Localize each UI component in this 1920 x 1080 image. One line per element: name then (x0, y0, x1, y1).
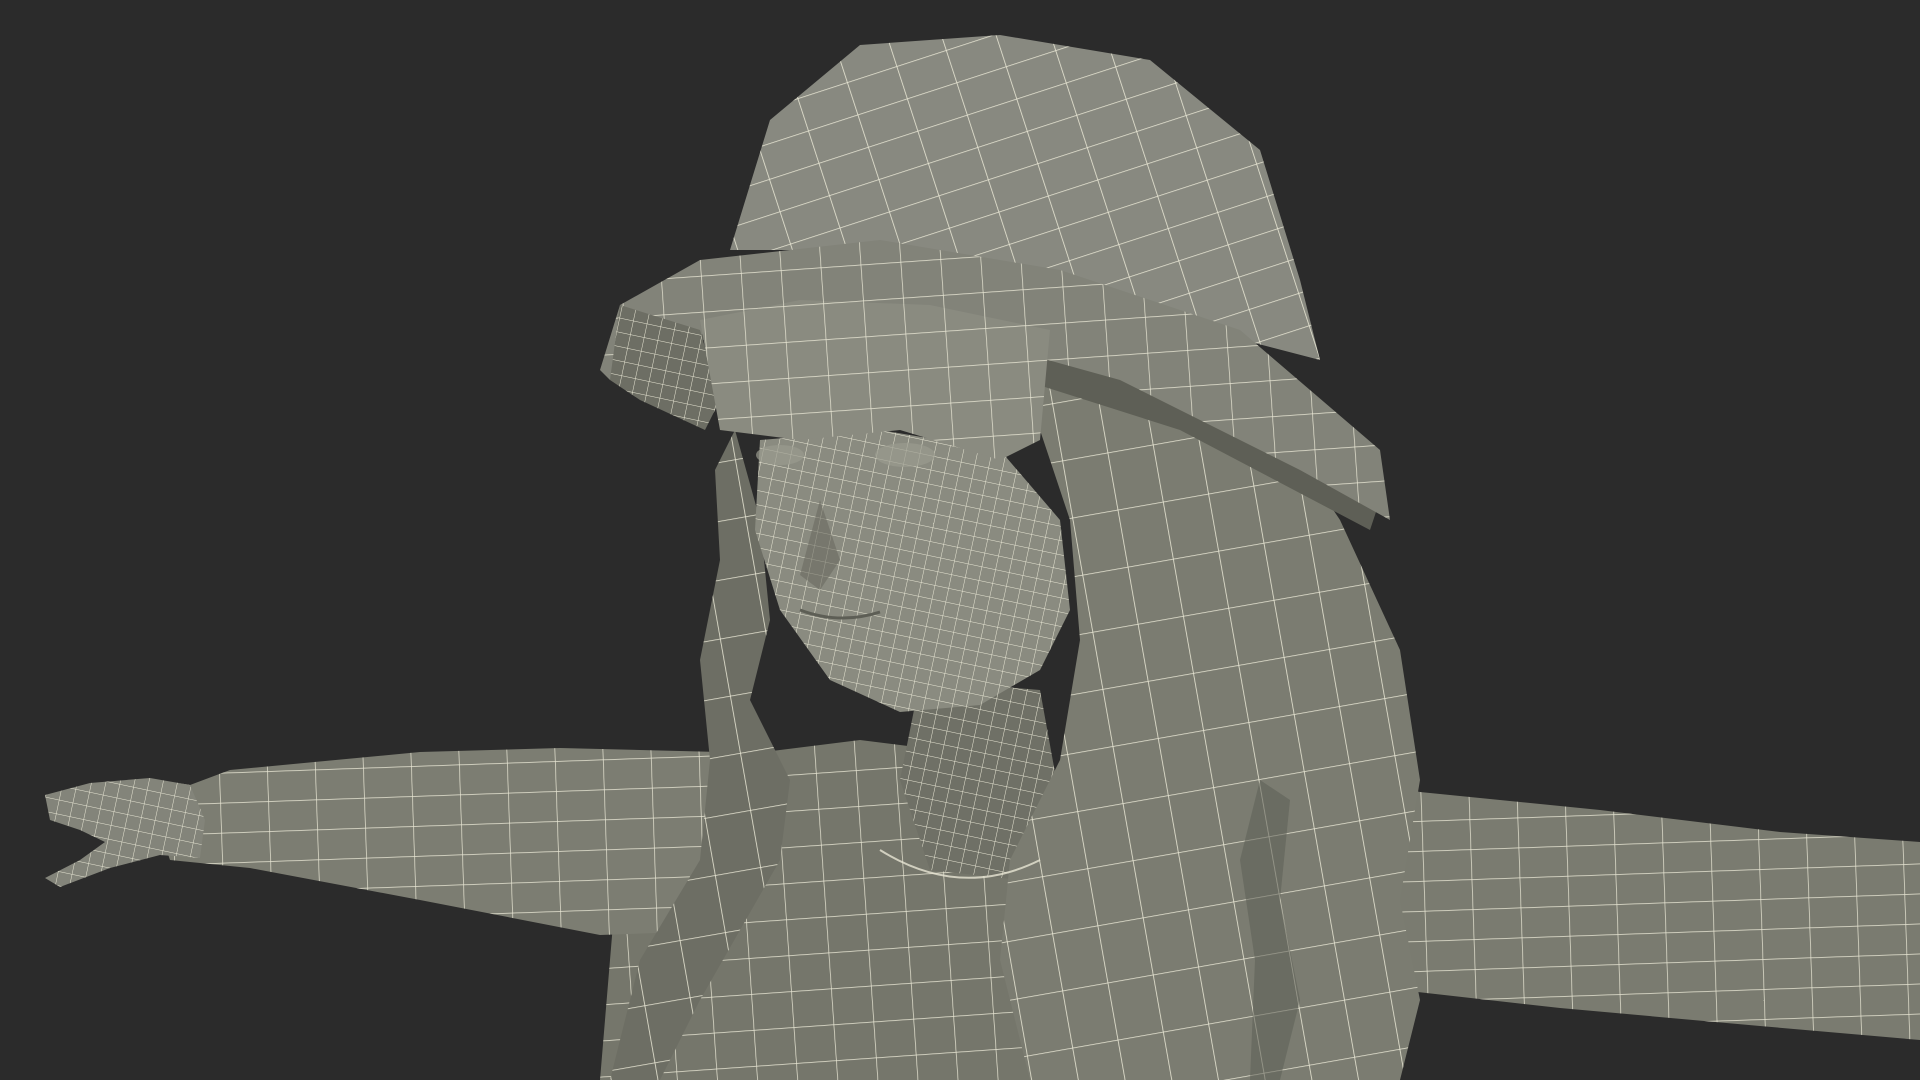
face (755, 430, 1070, 712)
wireframe-scene (45, 35, 1920, 1080)
render-viewport (0, 0, 1920, 1080)
left-arm (150, 748, 740, 935)
left-hand (45, 778, 205, 887)
